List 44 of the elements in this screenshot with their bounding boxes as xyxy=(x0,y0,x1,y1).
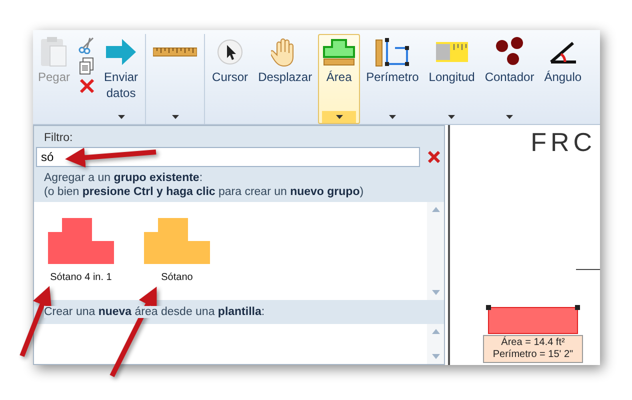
caret-icon xyxy=(336,115,343,119)
tool-button[interactable]: Área xyxy=(318,34,360,124)
drawing-title: FRC xyxy=(530,127,596,158)
counter-icon xyxy=(494,37,525,67)
section-heading: Agregar a un grupo existente: xyxy=(44,172,203,184)
delete-icon[interactable] xyxy=(79,78,96,94)
scrollbar[interactable] xyxy=(427,202,444,300)
measurement-text: Perímetro = 15' 2" xyxy=(492,349,574,361)
tool-button[interactable]: Perímetro xyxy=(362,34,423,124)
filter-field[interactable]: só xyxy=(36,147,420,167)
group-item[interactable]: Sótano 4 in. 1 xyxy=(48,218,114,283)
clear-icon[interactable] xyxy=(428,151,440,163)
tool-button[interactable]: Cursor xyxy=(208,34,252,124)
caret-icon xyxy=(448,115,456,119)
caret-icon xyxy=(506,115,514,119)
section-hint: (o bien presione Ctrl y haga clic para crear un nuevo grupo) xyxy=(44,186,364,198)
tool-button[interactable]: Enviar datos xyxy=(100,34,142,124)
caret-icon xyxy=(172,115,179,119)
scissors-icon[interactable] xyxy=(78,36,96,54)
tape-measure-icon xyxy=(436,40,468,64)
caret-icon xyxy=(118,115,125,119)
copy-icon[interactable] xyxy=(79,57,96,75)
area-icon xyxy=(322,37,356,67)
ruler-icon xyxy=(153,47,198,57)
measurement-text: Área = 14.4 ft² xyxy=(501,337,565,349)
cursor-icon xyxy=(217,39,244,65)
section-heading: Crear una nueva área desde una plantilla: xyxy=(44,306,265,318)
angle-icon xyxy=(548,40,577,64)
area-shape[interactable] xyxy=(488,307,578,334)
caret-icon xyxy=(388,115,396,119)
tool-button[interactable]: Longitud xyxy=(424,34,479,124)
tool-button[interactable]: Contador xyxy=(480,34,538,124)
clipboard-icon xyxy=(40,36,68,68)
tool-button[interactable]: Ángulo xyxy=(540,34,586,124)
filter-label: Filtro: xyxy=(43,131,74,146)
scrollbar[interactable] xyxy=(427,324,444,364)
perimeter-icon xyxy=(375,37,410,67)
scroll-up-icon[interactable] xyxy=(432,207,440,212)
scroll-up-icon[interactable] xyxy=(432,329,440,334)
group-item[interactable]: Sótano xyxy=(144,218,210,283)
scroll-down-icon[interactable] xyxy=(432,354,440,359)
scroll-down-icon[interactable] xyxy=(432,290,440,295)
arrow-icon xyxy=(105,38,138,66)
tool-button[interactable]: Desplazar xyxy=(254,34,316,124)
